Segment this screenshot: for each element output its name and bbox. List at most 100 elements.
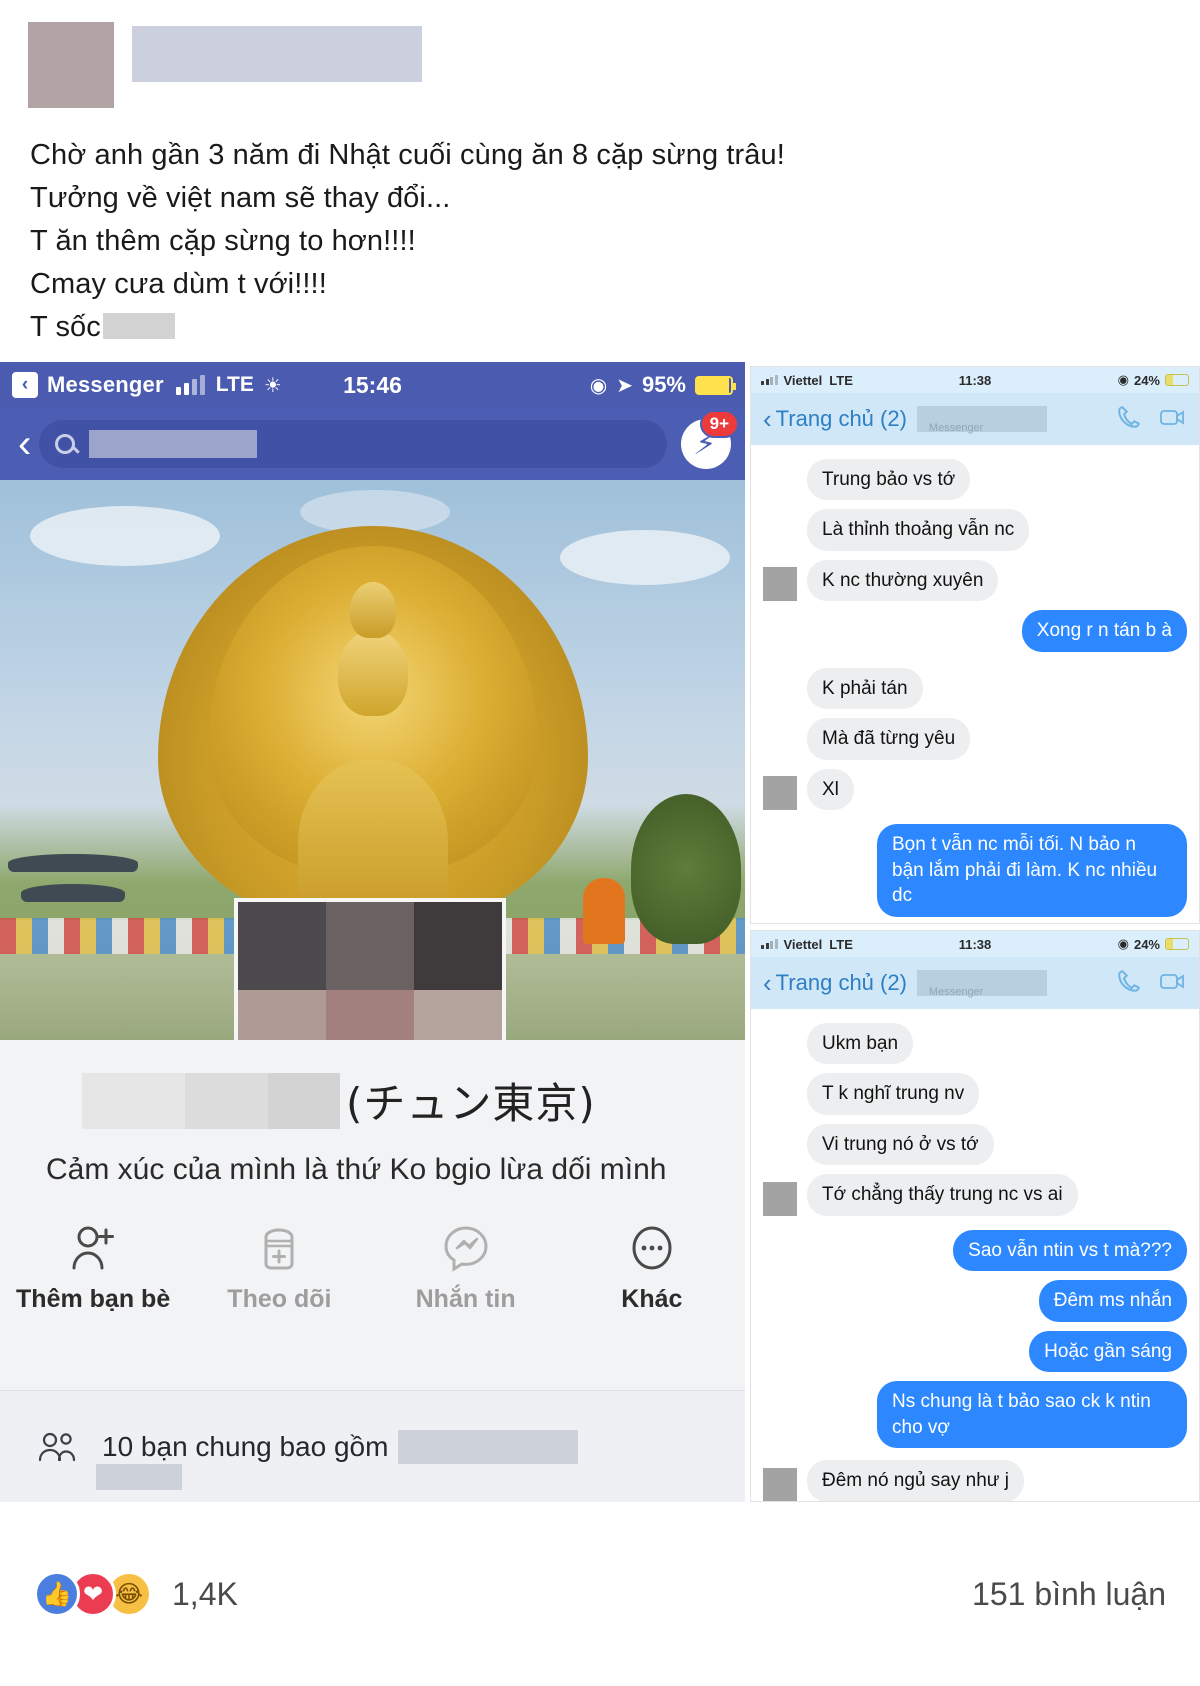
message-button[interactable]: Nhắn tin	[373, 1221, 559, 1314]
chat-screenshot-2[interactable]: Viettel LTE 11:38 ◉ 24% ‹ Trang chủ (2) …	[750, 930, 1200, 1502]
comment-count[interactable]: 151 bình luận	[972, 1576, 1166, 1613]
profile-name-redacted	[82, 1072, 340, 1129]
signal-bars-icon	[761, 939, 778, 949]
messenger-badge: 9+	[699, 410, 739, 438]
chat2-message-list[interactable]: Ukm bạn T k nghĩ trung nv Vi trung nó ở …	[751, 1009, 1199, 1501]
chat1-subtitle: Messenger	[928, 422, 984, 434]
friends-icon	[34, 1430, 80, 1464]
facebook-post-screenshot: Chờ anh gần 3 năm đi Nhật cuối cùng ăn 8…	[0, 0, 1200, 1686]
message-row: Ukm bạn	[763, 1023, 1187, 1065]
status-time: 15:46	[343, 371, 402, 398]
chevron-left-icon[interactable]: ‹	[763, 968, 772, 999]
facebook-navbar: ‹ ⚡ 9+	[0, 408, 745, 480]
back-to-app-icon[interactable]: ‹	[12, 372, 38, 398]
phone-icon[interactable]	[1117, 968, 1143, 999]
buddha-statue	[138, 526, 608, 956]
chevron-left-icon[interactable]: ‹	[763, 404, 772, 435]
message-row: K phải tán	[763, 667, 1187, 710]
chat2-subtitle: Messenger	[928, 986, 984, 998]
chat1-carrier: Viettel	[783, 372, 823, 388]
message-row: Ns chung là t bảo sao ck k ntin cho vợ	[763, 1381, 1187, 1449]
signal-bars-icon	[761, 375, 778, 385]
mutual-names-redacted-2	[96, 1464, 182, 1490]
message-row: K nc thường xuyên	[763, 559, 1187, 602]
message-row: Đêm ms nhắn	[763, 1280, 1187, 1322]
reaction-count[interactable]: 1,4K	[172, 1576, 238, 1613]
phone-icon[interactable]	[1117, 404, 1143, 435]
post-line-4: Cmay cưa dùm t với!!!!	[30, 267, 327, 300]
mutual-friends-row[interactable]: 10 bạn chung bao gồm	[0, 1390, 745, 1502]
post-footer: 👍 ❤ 😂 1,4K 151 bình luận	[0, 1502, 1200, 1686]
message-row: Xong r n tán b à	[763, 610, 1187, 652]
battery-percent: 95%	[641, 372, 686, 397]
message-bubble: Là thỉnh thoảng vẫn nc	[807, 509, 1030, 551]
message-bubble: Xl	[807, 768, 854, 811]
profile-name-row: (チュン東京)	[0, 1040, 745, 1131]
search-input[interactable]	[39, 420, 667, 468]
message-bubble: Đêm nó ngủ say như j	[807, 1460, 1024, 1501]
tree	[631, 794, 741, 944]
post-line-3: T ăn thêm cặp sừng to hơn!!!!	[30, 224, 416, 257]
message-bubble: Tớ chẳng thấy trung nc vs ai	[807, 1174, 1078, 1216]
profile-action-bar: Thêm bạn bè Theo dõi Nhắn tin Khác	[0, 1187, 745, 1314]
chat2-carrier: Viettel	[783, 936, 823, 952]
video-camera-icon[interactable]	[1159, 405, 1187, 434]
message-row: Bọn t vẫn nc mỗi tối. N bảo n bận lắm ph…	[763, 824, 1187, 917]
search-icon	[55, 434, 76, 454]
chat1-message-list[interactable]: Trung bảo vs tớ Là thỉnh thoảng vẫn nc K…	[751, 445, 1199, 923]
chat1-contact-name-redacted: Messenger	[916, 406, 1047, 434]
message-row: Tớ chẳng thấy trung nc vs ai	[763, 1174, 1187, 1216]
avatar[interactable]	[28, 22, 114, 108]
message-row: Đêm nó ngủ say như j	[763, 1460, 1187, 1501]
more-dots-icon	[625, 1221, 679, 1275]
cover-photo[interactable]	[0, 480, 745, 1040]
message-bubble: K nc thường xuyên	[807, 559, 999, 602]
post-line-5: T sốc	[30, 306, 1170, 349]
pixelated-redaction-overlay	[234, 898, 506, 1040]
reaction-icons[interactable]: 👍 ❤ 😂	[34, 1571, 152, 1617]
chat1-network: LTE	[829, 372, 853, 388]
chat2-network: LTE	[829, 936, 853, 952]
message-bubble: Mà đã từng yêu	[807, 718, 971, 760]
chat1-title[interactable]: Trang chủ (2)	[776, 406, 907, 432]
add-friend-icon	[66, 1221, 120, 1275]
avatar	[763, 1181, 797, 1216]
chat2-title[interactable]: Trang chủ (2)	[776, 970, 907, 996]
more-label: Khác	[621, 1285, 683, 1313]
message-bubble: K phải tán	[807, 667, 923, 710]
chat-screenshot-1[interactable]: Viettel LTE 11:38 ◉ 24% ‹ Trang chủ (2) …	[750, 366, 1200, 924]
add-friend-button[interactable]: Thêm bạn bè	[0, 1221, 186, 1314]
network-label: LTE	[215, 373, 254, 396]
mutual-friends-label: 10 bạn chung bao gồm	[102, 1430, 389, 1462]
messenger-profile-screenshot[interactable]: ‹ Messenger LTE ☀ 15:46 ◉ ➤ 95% ‹ ⚡ 9+ (…	[0, 362, 745, 1502]
status-app-label: Messenger	[47, 372, 164, 397]
chat2-battery-pct: 24%	[1133, 936, 1160, 952]
messenger-icon[interactable]: ⚡ 9+	[681, 410, 739, 469]
chat1-time: 11:38	[958, 372, 992, 388]
chat2-header: ‹ Trang chủ (2) Messenger	[751, 957, 1199, 1009]
profile-bio: Cảm xúc của mình là thứ Ko bgio lừa dối …	[46, 1153, 667, 1186]
message-row: Vi trung nó ở vs tớ	[763, 1123, 1187, 1166]
post-media-grid: ‹ Messenger LTE ☀ 15:46 ◉ ➤ 95% ‹ ⚡ 9+ (…	[0, 362, 1200, 1502]
post-line-2: Tưởng về việt nam sẽ thay đổi...	[30, 181, 451, 214]
message-label: Nhắn tin	[415, 1285, 516, 1313]
message-bubble: Sao vẫn ntin vs t mà???	[953, 1229, 1187, 1272]
post-line-5-text: T sốc	[30, 310, 101, 343]
ios-status-bar: ‹ Messenger LTE ☀ 15:46 ◉ ➤ 95%	[0, 362, 745, 408]
battery-icon	[1165, 374, 1189, 386]
message-row: Trung bảo vs tớ	[763, 459, 1187, 501]
like-icon: 👍	[34, 1571, 80, 1617]
messenger-bolt-icon	[439, 1221, 493, 1275]
chat1-battery-pct: 24%	[1133, 372, 1160, 388]
signal-bars-icon	[175, 375, 205, 395]
post-header	[0, 0, 1200, 108]
more-button[interactable]: Khác	[559, 1221, 745, 1314]
message-bubble: Bọn t vẫn nc mỗi tối. N bảo n bận lắm ph…	[877, 824, 1187, 917]
video-camera-icon[interactable]	[1159, 969, 1187, 998]
follow-button[interactable]: Theo dõi	[186, 1221, 372, 1314]
chevron-left-icon[interactable]: ‹	[18, 422, 31, 467]
pagoda-roof	[8, 854, 138, 944]
message-bubble: Vi trung nó ở vs tớ	[807, 1123, 994, 1166]
add-friend-label: Thêm bạn bè	[16, 1285, 171, 1313]
message-row: Sao vẫn ntin vs t mà???	[763, 1229, 1187, 1272]
